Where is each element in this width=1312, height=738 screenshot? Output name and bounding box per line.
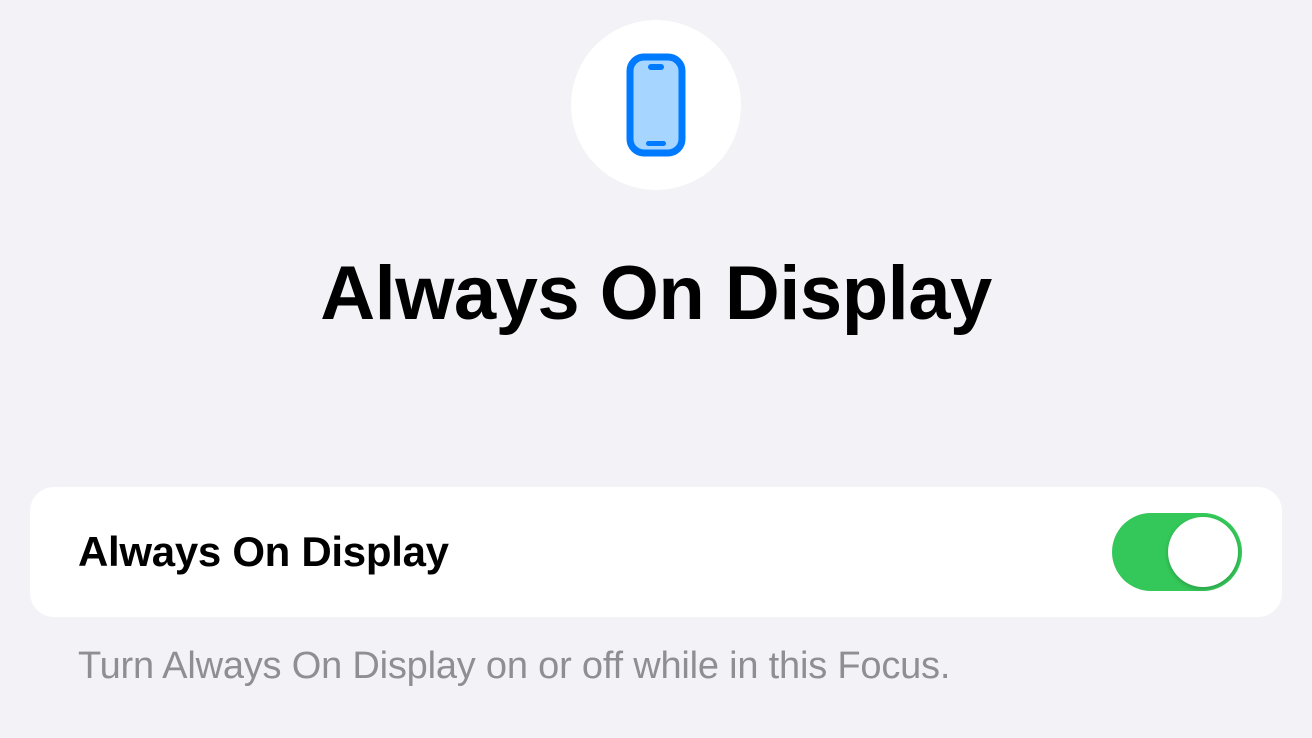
always-on-display-row[interactable]: Always On Display [30,487,1282,617]
toggle-knob [1168,517,1238,587]
phone-display-icon [626,53,686,157]
setting-label: Always On Display [78,528,449,576]
setting-description: Turn Always On Display on or off while i… [30,645,1282,688]
page-title: Always On Display [320,250,992,337]
always-on-display-toggle[interactable] [1112,513,1242,591]
header-icon-circle [571,20,741,190]
